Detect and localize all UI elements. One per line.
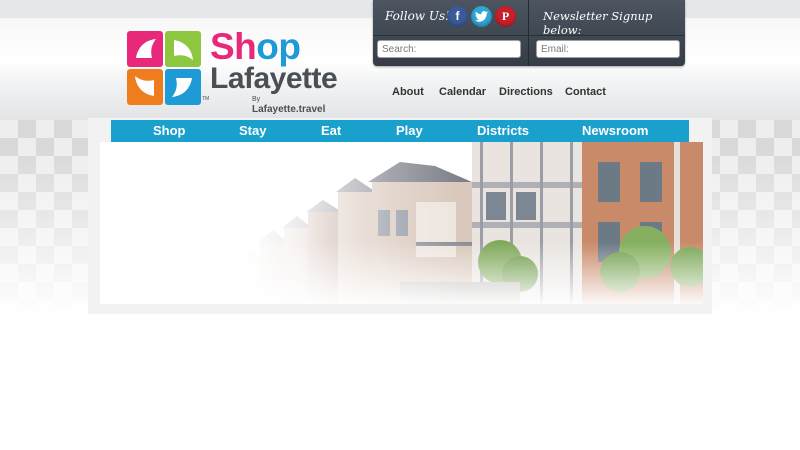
twitter-icon[interactable] (471, 6, 492, 27)
nav-play-tab[interactable]: Play (396, 123, 423, 138)
top-utility-panel: Follow Us! f P Newsletter Signup below: (373, 0, 685, 66)
nav-contact-link[interactable]: Contact (565, 86, 606, 98)
logo-trademark: TM (202, 96, 210, 102)
email-input[interactable] (536, 40, 680, 58)
logo-shop-part1: Sh (210, 26, 257, 67)
nav-directions-link[interactable]: Directions (499, 86, 565, 98)
hero-image (100, 142, 703, 304)
site-logo[interactable]: Shop Lafayette By Lafayette.travel TM (126, 26, 338, 115)
nav-districts-tab[interactable]: Districts (477, 123, 529, 138)
pinwheel-logo-icon (127, 31, 201, 105)
newsletter-label: Newsletter Signup below: (543, 9, 653, 37)
logo-by-site: Lafayette.travel (252, 104, 326, 115)
secondary-nav: About Calendar Directions Contact (392, 86, 606, 98)
logo-by-prefix: By (252, 96, 261, 103)
search-input[interactable] (377, 40, 521, 58)
pinterest-icon[interactable]: P (495, 6, 516, 27)
facebook-icon[interactable]: f (447, 6, 468, 27)
nav-newsroom-tab[interactable]: Newsroom (582, 123, 648, 138)
nav-calendar-link[interactable]: Calendar (439, 86, 499, 98)
main-nav-bar: Shop Stay Eat Play Districts Newsroom (111, 120, 689, 142)
nav-eat-tab[interactable]: Eat (321, 123, 341, 138)
logo-shop-part2: op (256, 26, 301, 67)
nav-shop-tab[interactable]: Shop (153, 123, 186, 138)
logo-byline: By Lafayette.travel (252, 93, 336, 115)
nav-stay-tab[interactable]: Stay (239, 123, 266, 138)
panel-divider (528, 0, 529, 66)
follow-us-label: Follow Us! (385, 9, 450, 23)
hero-bottom-fade (100, 242, 703, 304)
twitter-bird-icon (475, 11, 488, 22)
nav-about-link[interactable]: About (392, 86, 439, 98)
logo-lafayette-text: Lafayette (210, 62, 338, 95)
